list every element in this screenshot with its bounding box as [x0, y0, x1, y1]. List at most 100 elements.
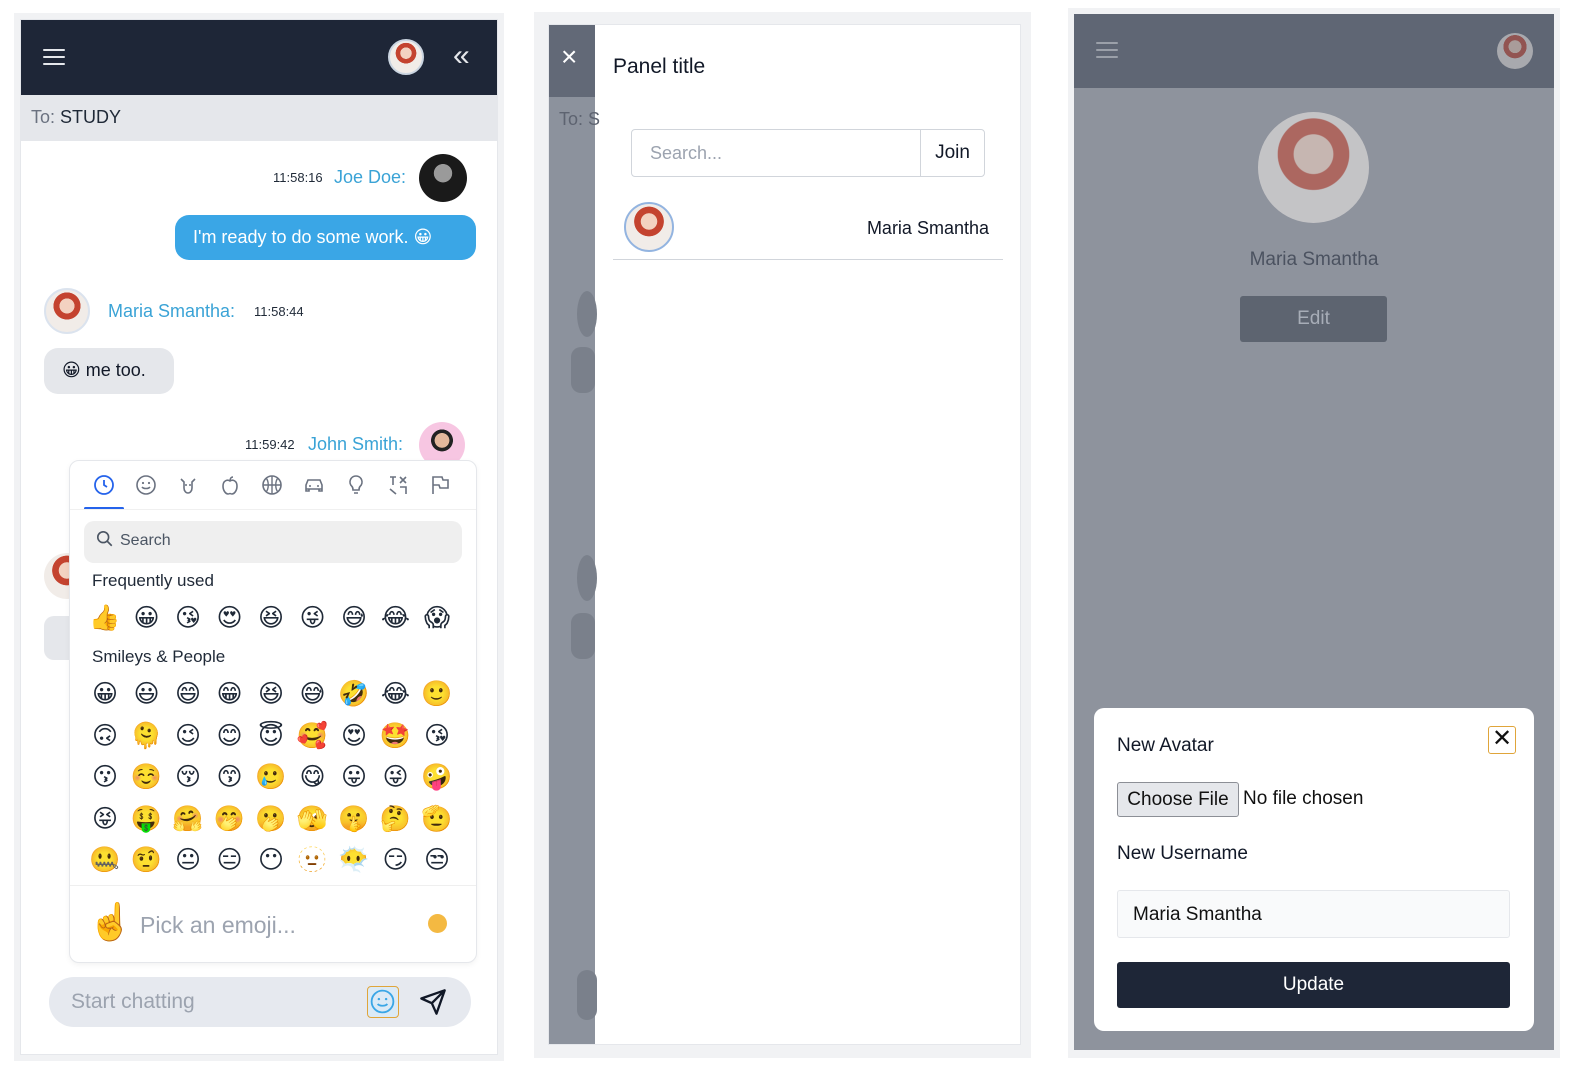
skin-tone-selector[interactable]: [428, 914, 447, 933]
emoji-button[interactable]: 😜: [296, 601, 330, 635]
emoji-button[interactable]: 😐: [171, 843, 205, 877]
emoji-button[interactable]: 🤔: [379, 802, 413, 836]
avatar[interactable]: [388, 39, 424, 75]
file-status: No file chosen: [1243, 788, 1364, 809]
flag-icon[interactable]: [426, 473, 454, 501]
emoji-button[interactable]: 🤐: [88, 843, 122, 877]
message-time: 11:58:44: [254, 304, 304, 319]
emoji-preview-text: Pick an emoji...: [140, 912, 296, 938]
clock-icon[interactable]: [90, 473, 118, 501]
emoji-button[interactable]: 😇: [254, 719, 288, 753]
list-item[interactable]: Maria Smantha: [613, 200, 1003, 260]
emoji-button[interactable]: 😘: [171, 601, 205, 635]
emoji-button[interactable]: 🫡: [420, 802, 454, 836]
emoji-button[interactable]: 🤪: [420, 760, 454, 794]
emoji-button[interactable]: 🤭: [213, 802, 247, 836]
emoji-button[interactable]: 😍: [337, 719, 371, 753]
to-label: To:: [31, 107, 56, 127]
emoji-button[interactable]: 😊: [213, 719, 247, 753]
emoji-button[interactable]: 😄: [171, 677, 205, 711]
search-input[interactable]: Search...: [650, 143, 722, 164]
emoji-button[interactable]: 😀: [130, 601, 164, 635]
edit-button[interactable]: Edit: [1240, 296, 1387, 342]
emoji-button[interactable]: 😏: [379, 843, 413, 877]
emoji-button[interactable]: 😀: [88, 677, 122, 711]
menu-icon[interactable]: [1096, 42, 1118, 60]
symbols-icon[interactable]: [384, 473, 412, 501]
emoji-button[interactable]: 🤨: [130, 843, 164, 877]
emoji-button[interactable]: 😶: [254, 843, 288, 877]
emoji-button[interactable]: 😍: [213, 601, 247, 635]
emoji-button[interactable]: 😅: [337, 601, 371, 635]
emoji-button[interactable]: 😁: [213, 677, 247, 711]
emoji-button[interactable]: 😚: [171, 760, 205, 794]
chevron-double-left-icon[interactable]: «: [453, 41, 470, 71]
lightbulb-icon[interactable]: [342, 473, 370, 501]
emoji-button[interactable]: 🙃: [88, 719, 122, 753]
emoji-button[interactable]: 😛: [337, 760, 371, 794]
emoji-category-bar: [80, 471, 468, 511]
overlay[interactable]: [549, 25, 595, 1044]
emoji-button[interactable]: 😱: [420, 601, 454, 635]
emoji-search-input[interactable]: Search: [84, 521, 462, 563]
emoji-button[interactable]: 🤫: [337, 802, 371, 836]
close-icon[interactable]: ×: [561, 43, 577, 71]
panel-screen: × To: S Panel title Search... Join Maria…: [548, 24, 1021, 1045]
emoji-button[interactable]: 🫠: [130, 719, 164, 753]
emoji-button[interactable]: 🫢: [254, 802, 288, 836]
profile-avatar: [1258, 112, 1369, 223]
emoji-button[interactable]: 🤗: [171, 802, 205, 836]
emoji-picker: Search Frequently used 👍 😀 😘 😍 😆 😜 😅 😂 😱 Smileys…: [69, 460, 477, 963]
emoji-button[interactable]: 🤑: [130, 802, 164, 836]
emoji-button[interactable]: 😃: [130, 677, 164, 711]
emoji-button[interactable]: 🤣: [337, 677, 371, 711]
edit-profile-modal: New Avatar ✕ Choose File No file chosen …: [1094, 708, 1534, 1031]
emoji-button[interactable]: 🙂: [420, 677, 454, 711]
emoji-button[interactable]: 😗: [88, 760, 122, 794]
emoji-button[interactable]: 🫥: [296, 843, 330, 877]
close-icon[interactable]: ✕: [1488, 726, 1516, 754]
emoji-button[interactable]: 😉: [171, 719, 205, 753]
menu-icon[interactable]: [43, 49, 65, 67]
username-field[interactable]: Maria Smantha: [1117, 890, 1510, 938]
emoji-button[interactable]: 😙: [213, 760, 247, 794]
user-name: Maria Smantha: [866, 218, 989, 238]
emoji-button[interactable]: 🥲: [254, 760, 288, 794]
emoji-button[interactable]: ☺️: [130, 760, 164, 794]
car-icon[interactable]: [300, 473, 328, 501]
emoji-button[interactable]: 😝: [88, 802, 122, 836]
emoji-button[interactable]: 😘: [420, 719, 454, 753]
food-icon[interactable]: [216, 473, 244, 501]
recipient-bar: To: STUDY: [21, 95, 497, 141]
emoji-button[interactable]: 🤩: [379, 719, 413, 753]
send-button[interactable]: [419, 988, 449, 1018]
panel-title: Panel title: [613, 55, 706, 78]
emoji-button[interactable]: 😶‍🌫️: [337, 843, 371, 877]
update-button[interactable]: Update: [1117, 962, 1510, 1008]
emoji-button[interactable]: 🫣: [296, 802, 330, 836]
emoji-button[interactable]: 😆: [254, 601, 288, 635]
message-time: 11:59:42: [245, 437, 295, 452]
message-time: 11:58:16: [273, 170, 323, 185]
dimmed-recipient: To: S: [559, 109, 601, 129]
emoji-button[interactable]: 😑: [213, 843, 247, 877]
emoji-button[interactable]: 👍: [88, 601, 122, 635]
emoji-button[interactable]: 😅: [296, 677, 330, 711]
emoji-button[interactable]: 😆: [254, 677, 288, 711]
choose-file-button[interactable]: Choose File: [1117, 782, 1239, 817]
emoji-button[interactable]: 😒: [420, 843, 454, 877]
avatar[interactable]: [1497, 33, 1533, 69]
animal-icon[interactable]: [174, 473, 202, 501]
emoji-button[interactable]: 😜: [379, 760, 413, 794]
emoji-button[interactable]: [367, 986, 399, 1018]
emoji-button[interactable]: 😋: [296, 760, 330, 794]
smiley-icon[interactable]: [132, 473, 160, 501]
emoji-button[interactable]: 😂: [379, 601, 413, 635]
activity-icon[interactable]: [258, 473, 286, 501]
join-button[interactable]: Join: [920, 130, 984, 176]
to-value: STUDY: [60, 107, 122, 127]
dimmed-avatar: [577, 291, 597, 337]
emoji-button[interactable]: 😂: [379, 677, 413, 711]
emoji-button[interactable]: 🥰: [296, 719, 330, 753]
message-input[interactable]: Start chatting: [71, 990, 195, 1014]
